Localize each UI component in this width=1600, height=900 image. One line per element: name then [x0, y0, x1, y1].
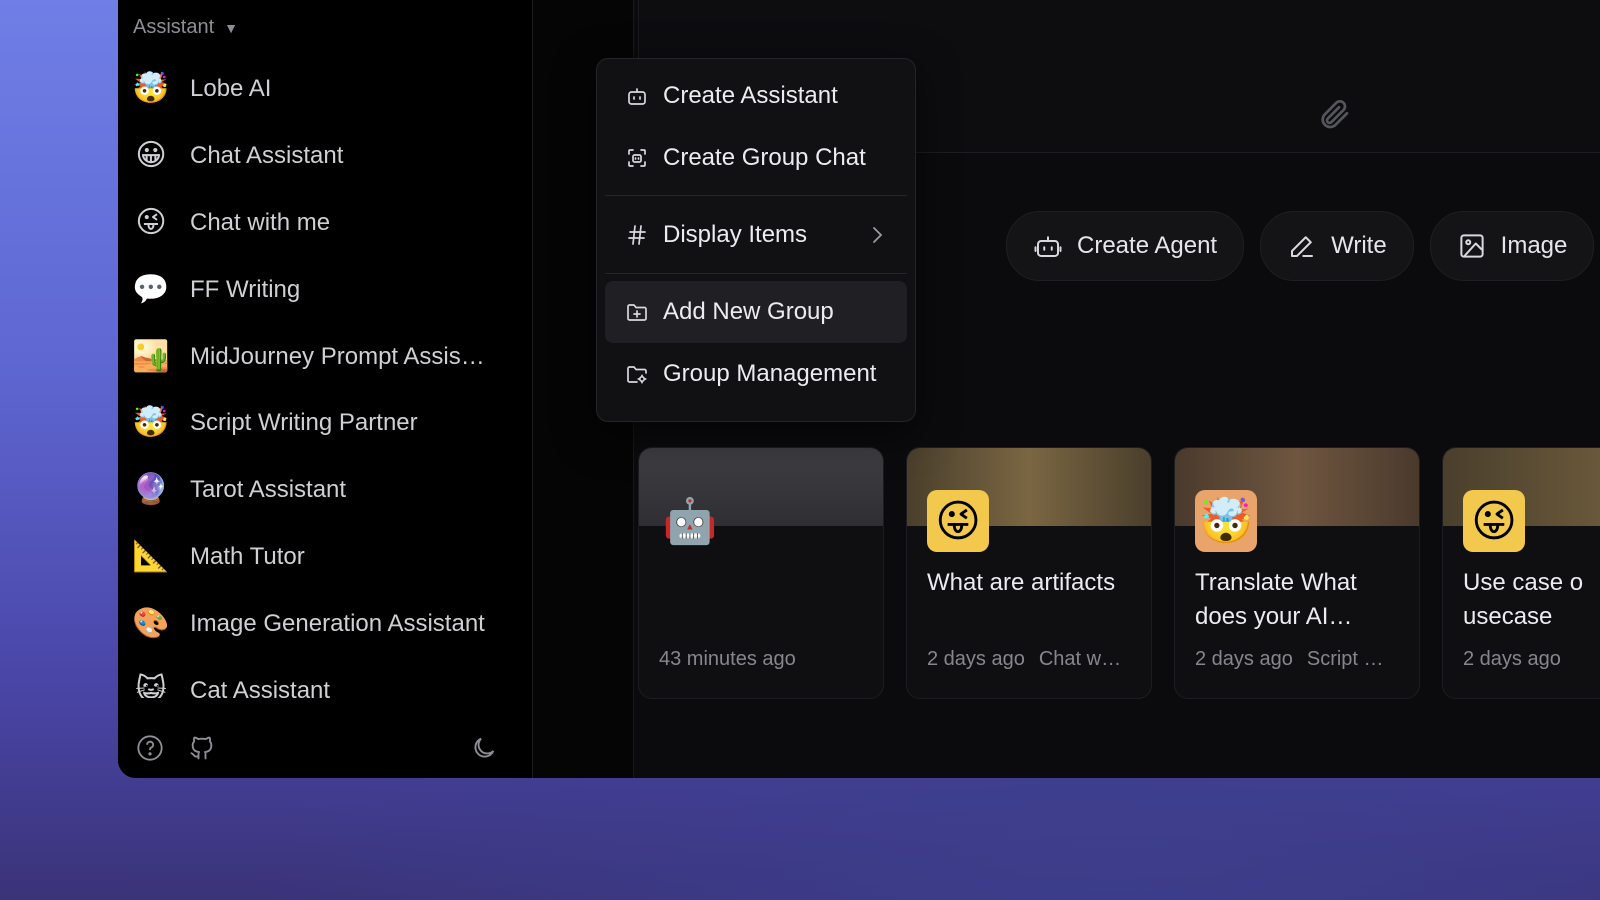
topic-card[interactable]: 😜 Use case o usecase 2 days ago [1442, 447, 1600, 699]
sidebar-item-label: Cat Assistant [190, 676, 331, 698]
display-items-menu-item[interactable]: Display Items [605, 204, 907, 266]
create-group-chat-menu-item[interactable]: Create Group Chat [605, 127, 907, 189]
card-meta: 2 days ago Script … [1195, 648, 1405, 671]
avatar: 🔮 [132, 473, 170, 507]
sidebar-item-ff-writing[interactable]: 💬 FF Writing [118, 256, 532, 323]
menu-item-label: Display Items [663, 221, 808, 248]
card-time: 2 days ago [1463, 648, 1561, 670]
sidebar-item-label: FF Writing [190, 275, 301, 303]
menu-divider [605, 195, 907, 196]
menu-item-label: Add New Group [663, 298, 834, 325]
sidebar-item-chat-with-me[interactable]: 😜 Chat with me [118, 190, 532, 257]
quick-actions: Create Agent Write Image [1006, 211, 1595, 281]
sidebar-item-image-generation[interactable]: 🎨 Image Generation Assistant [118, 590, 532, 657]
card-meta: 2 days ago Chat w… [927, 648, 1137, 671]
card-source: Script … [1306, 648, 1384, 670]
create-assistant-menu-item[interactable]: Create Assistant [605, 65, 907, 127]
menu-item-label: Create Assistant [663, 82, 838, 109]
card-time: 2 days ago [927, 648, 1025, 670]
image-button[interactable]: Image [1429, 211, 1595, 281]
topic-card[interactable]: 🤯 Translate What does your AI… 2 days ag… [1174, 447, 1420, 699]
robot-icon: 🤖 [662, 497, 718, 546]
avatar: 😺 [135, 673, 167, 698]
assistant-group-dropdown[interactable]: Assistant ▼ [133, 16, 238, 39]
robot-icon [628, 88, 646, 105]
menu-divider [605, 273, 907, 274]
sidebar-item-label: Script Writing Partner [190, 409, 418, 437]
add-new-group-menu-item[interactable]: Add New Group [605, 281, 907, 343]
write-label: Write [1331, 232, 1387, 259]
card-source: Chat w… [1038, 648, 1122, 670]
folder-plus-icon [627, 304, 647, 321]
card-meta: 43 minutes ago [659, 648, 869, 671]
avatar: 🤯 [1195, 490, 1257, 552]
card-title: Use case o usecase [1463, 569, 1584, 630]
card-meta: 2 days ago [1463, 648, 1600, 671]
avatar: 📐 [132, 539, 170, 573]
sidebar-item-label: Math Tutor [190, 542, 305, 570]
sidebar-item-label: Image Generation Assistant [190, 609, 485, 637]
image-label: Image [1500, 232, 1568, 259]
assistant-sidebar: Assistant ▼ 🤯 Lobe AI 😀 Chat Assistant 😜… [118, 0, 533, 778]
card-time: 43 minutes ago [659, 648, 796, 670]
avatar: 😜 [1463, 490, 1525, 552]
assistant-list: 🤯 Lobe AI 😀 Chat Assistant 😜 Chat with m… [118, 56, 532, 698]
folder-settings-icon [627, 366, 647, 384]
sidebar-item-tarot[interactable]: 🔮 Tarot Assistant [118, 457, 532, 524]
github-icon[interactable] [188, 734, 216, 762]
create-agent-button[interactable]: Create Agent [1006, 211, 1245, 281]
robot-icon [1034, 236, 1062, 257]
sidebar-item-label: MidJourney Prompt Assis… [190, 342, 485, 370]
dark-mode-moon-icon[interactable] [470, 734, 498, 762]
topic-card[interactable]: 😜 What are artifacts 2 days ago Chat w… [906, 447, 1152, 699]
card-title: What are artifacts [927, 569, 1116, 596]
paperclip-icon[interactable] [1317, 96, 1353, 132]
menu-item-label: Group Management [663, 360, 877, 387]
avatar: 🤯 [132, 406, 170, 440]
write-button[interactable]: Write [1260, 211, 1414, 281]
sidebar-item-script-writing[interactable]: 🤯 Script Writing Partner [118, 390, 532, 457]
context-menu: Create Assistant Create Group Chat Displ… [596, 58, 916, 422]
sidebar-item-chat-assistant[interactable]: 😀 Chat Assistant [118, 123, 532, 190]
pencil-icon [1291, 236, 1314, 257]
sidebar-item-label: Tarot Assistant [190, 476, 347, 504]
sidebar-footer [118, 714, 532, 778]
image-icon [1460, 234, 1484, 258]
create-agent-label: Create Agent [1077, 232, 1218, 259]
app-window: Assistant ▼ 🤯 Lobe AI 😀 Chat Assistant 😜… [118, 0, 1600, 778]
sidebar-item-label: Chat Assistant [190, 142, 344, 170]
chevron-right-icon [873, 227, 883, 243]
help-icon[interactable] [136, 734, 164, 762]
sidebar-item-lobe-ai[interactable]: 🤯 Lobe AI [118, 56, 532, 123]
menu-item-label: Create Group Chat [663, 144, 866, 171]
sidebar-item-label: Lobe AI [190, 75, 272, 103]
hash-icon [628, 225, 646, 245]
avatar: 🤯 [132, 72, 170, 106]
avatar: 🎨 [132, 606, 170, 640]
sidebar-item-math-tutor[interactable]: 📐 Math Tutor [118, 524, 532, 591]
avatar: 😜 [927, 490, 989, 552]
card-title: Translate What does your AI… [1195, 569, 1357, 630]
card-time: 2 days ago [1195, 648, 1293, 670]
avatar: 💬 [132, 272, 170, 306]
avatar: 😀 [135, 139, 167, 173]
avatar: 🏜️ [132, 339, 170, 373]
topic-card[interactable]: 🤖 43 minutes ago [638, 447, 884, 699]
caret-down-icon: ▼ [224, 19, 239, 36]
sidebar-item-midjourney[interactable]: 🏜️ MidJourney Prompt Assis… [118, 323, 532, 390]
sidebar-item-label: Chat with me [190, 208, 331, 236]
sidebar-item-cat-assistant[interactable]: 😺 Cat Assistant [118, 657, 532, 698]
assistant-group-label: Assistant [133, 16, 215, 38]
avatar: 😜 [135, 205, 167, 239]
group-management-menu-item[interactable]: Group Management [605, 343, 907, 405]
group-scan-icon [628, 149, 646, 167]
